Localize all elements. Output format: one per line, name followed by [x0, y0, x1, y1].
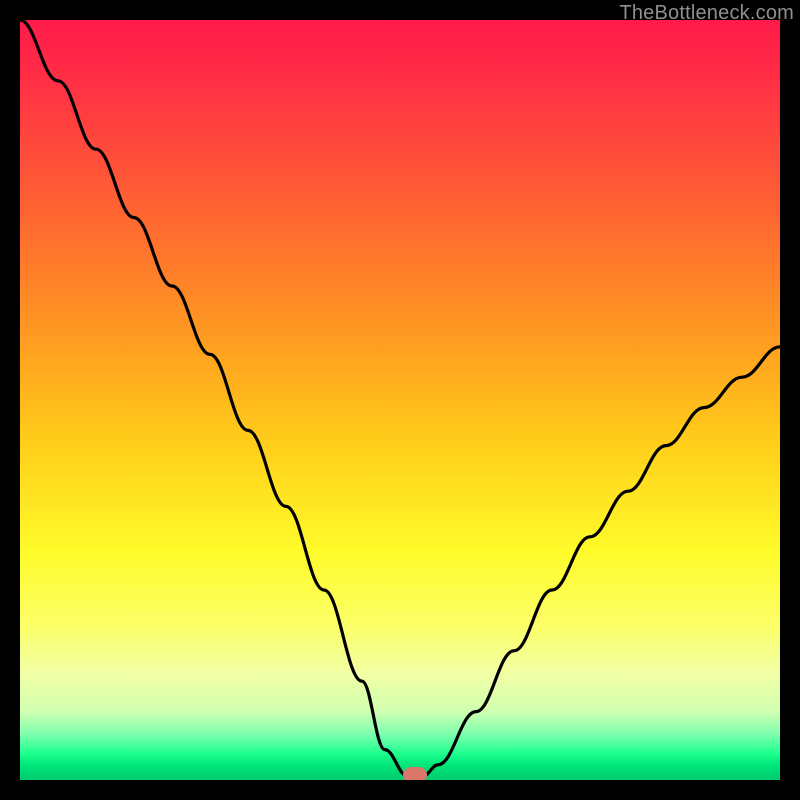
- curve-layer: [20, 20, 780, 780]
- plot-area: [20, 20, 780, 780]
- chart-stage: TheBottleneck.com: [0, 0, 800, 800]
- watermark-label: TheBottleneck.com: [619, 2, 794, 25]
- bottleneck-curve-path: [20, 20, 780, 776]
- optimal-point-marker: [403, 767, 427, 780]
